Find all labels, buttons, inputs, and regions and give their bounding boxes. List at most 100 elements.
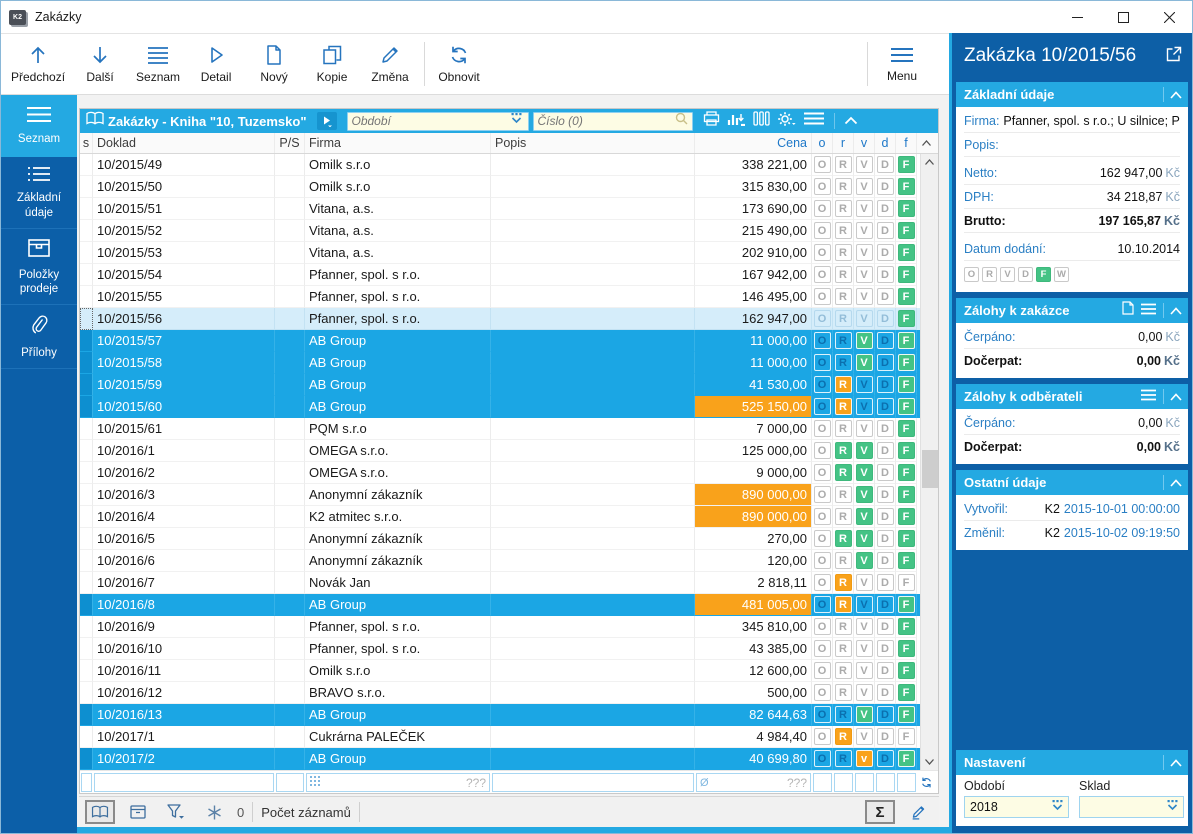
minimize-button[interactable] bbox=[1054, 1, 1100, 33]
summary-cell-cena[interactable]: Ø ??? bbox=[696, 773, 811, 792]
summary-cell-firma[interactable]: ??? bbox=[306, 773, 490, 792]
summary-cell-r[interactable] bbox=[834, 773, 853, 792]
new-button[interactable]: Nový bbox=[245, 34, 303, 94]
obdobi-filter-field[interactable] bbox=[346, 111, 529, 131]
column-header-ps[interactable]: P/S bbox=[275, 133, 305, 153]
column-header-r[interactable]: r bbox=[833, 133, 854, 153]
table-row[interactable]: 10/2015/60 AB Group 525 150,00 O R V D F bbox=[80, 396, 938, 418]
table-row[interactable]: 10/2015/49 Omilk s.r.o 338 221,00 O R V D F bbox=[80, 154, 938, 176]
column-header-popis[interactable]: Popis bbox=[491, 133, 695, 153]
book-select-button[interactable] bbox=[316, 112, 337, 130]
hamburger-icon[interactable] bbox=[1140, 388, 1157, 406]
column-header-v[interactable]: v bbox=[854, 133, 875, 153]
archive-icon[interactable] bbox=[123, 800, 153, 824]
table-row[interactable]: 10/2016/12 BRAVO s.r.o. 500,00 O R V D F bbox=[80, 682, 938, 704]
frozen-records-icon[interactable] bbox=[199, 800, 229, 824]
summary-cell-v[interactable] bbox=[855, 773, 874, 792]
refresh-button[interactable]: Obnovit bbox=[430, 34, 488, 94]
dropdown-icon[interactable] bbox=[1165, 799, 1180, 815]
chevron-up-icon[interactable] bbox=[1170, 474, 1182, 492]
table-row[interactable]: 10/2016/1 OMEGA s.r.o. 125 000,00 O R V D F bbox=[80, 440, 938, 462]
summary-cell-ps[interactable] bbox=[276, 773, 304, 792]
gear-icon[interactable] bbox=[777, 111, 796, 132]
obdobi-filter-input[interactable] bbox=[351, 114, 505, 128]
vertical-scrollbar[interactable] bbox=[920, 154, 938, 770]
chevron-up-icon[interactable] bbox=[1170, 302, 1182, 320]
maximize-button[interactable] bbox=[1100, 1, 1146, 33]
scroll-up-arrow[interactable] bbox=[921, 154, 939, 170]
summary-cell-doklad[interactable] bbox=[94, 773, 274, 792]
table-row[interactable]: 10/2015/59 AB Group 41 530,00 O R V D F bbox=[80, 374, 938, 396]
column-header-f[interactable]: f bbox=[896, 133, 917, 153]
table-row[interactable]: 10/2016/4 K2 atmitec s.r.o. 890 000,00 O R V D… bbox=[80, 506, 938, 528]
table-row[interactable]: 10/2015/50 Omilk s.r.o 315 830,00 O R V D F bbox=[80, 176, 938, 198]
close-button[interactable] bbox=[1146, 1, 1192, 33]
section-header[interactable]: Základní údaje bbox=[956, 82, 1188, 107]
table-row[interactable]: 10/2017/1 Cukrárna PALEČEK 4 984,40 O R V D F bbox=[80, 726, 938, 748]
open-external-icon[interactable] bbox=[1166, 46, 1182, 67]
sidebar-item-zakladni-udaje[interactable]: Základní údaje bbox=[1, 157, 77, 230]
sum-button[interactable]: Σ bbox=[865, 800, 895, 824]
table-row[interactable]: 10/2015/57 AB Group 11 000,00 O R V D F bbox=[80, 330, 938, 352]
section-header[interactable]: Zálohy k zakázce bbox=[956, 298, 1188, 323]
chart-icon[interactable] bbox=[727, 111, 746, 131]
header-scroll-corner[interactable] bbox=[917, 133, 935, 153]
column-header-s[interactable]: s bbox=[80, 133, 93, 153]
chevron-up-icon[interactable] bbox=[1170, 86, 1182, 104]
copy-button[interactable]: Kopie bbox=[303, 34, 361, 94]
next-button[interactable]: Další bbox=[71, 34, 129, 94]
table-row[interactable]: 10/2016/5 Anonymní zákazník 270,00 O R V D F bbox=[80, 528, 938, 550]
section-header[interactable]: Nastavení bbox=[956, 750, 1188, 775]
table-row[interactable]: 10/2016/7 Novák Jan 2 818,11 O R V D F bbox=[80, 572, 938, 594]
table-row[interactable]: 10/2016/3 Anonymní zákazník 890 000,00 O R V D… bbox=[80, 484, 938, 506]
column-header-cena[interactable]: Cena bbox=[695, 133, 812, 153]
sklad-select[interactable] bbox=[1079, 796, 1184, 818]
table-row[interactable]: 10/2016/10 Pfanner, spol. s r.o. 43 385,00… bbox=[80, 638, 938, 660]
table-row[interactable]: 10/2016/6 Anonymní zákazník 120,00 O R V D F bbox=[80, 550, 938, 572]
chevron-up-icon[interactable] bbox=[1170, 388, 1182, 406]
table-row[interactable]: 10/2016/2 OMEGA s.r.o. 9 000,00 O R V D F bbox=[80, 462, 938, 484]
summary-cell-f[interactable] bbox=[897, 773, 916, 792]
cislo-filter-field[interactable] bbox=[532, 111, 693, 131]
table-row[interactable]: 10/2015/58 AB Group 11 000,00 O R V D F bbox=[80, 352, 938, 374]
table-row[interactable]: 10/2015/55 Pfanner, spol. s r.o. 146 495,0… bbox=[80, 286, 938, 308]
summary-cell-s[interactable] bbox=[81, 773, 92, 792]
collapse-chevron-icon[interactable] bbox=[844, 112, 858, 130]
table-row[interactable]: 10/2016/13 AB Group 82 644,63 O R V D F bbox=[80, 704, 938, 726]
column-header-firma[interactable]: Firma bbox=[305, 133, 491, 153]
summary-cell-d[interactable] bbox=[876, 773, 895, 792]
table-row[interactable]: 10/2015/51 Vitana, a.s. 173 690,00 O R V D F bbox=[80, 198, 938, 220]
scroll-down-arrow[interactable] bbox=[921, 754, 939, 770]
scroll-thumb[interactable] bbox=[921, 450, 938, 488]
edit-pencil-icon[interactable] bbox=[903, 800, 933, 824]
summary-refresh-icon[interactable] bbox=[917, 776, 935, 789]
obdobi-select[interactable]: 2018 bbox=[964, 796, 1069, 818]
scroll-track[interactable] bbox=[921, 170, 939, 754]
summary-cell-popis[interactable] bbox=[492, 773, 694, 792]
filter-icon[interactable] bbox=[161, 800, 191, 824]
print-icon[interactable] bbox=[703, 111, 720, 131]
section-header[interactable]: Ostatní údaje bbox=[956, 470, 1188, 495]
table-row[interactable]: 10/2016/9 Pfanner, spol. s r.o. 345 810,00… bbox=[80, 616, 938, 638]
column-header-doklad[interactable]: Doklad bbox=[93, 133, 275, 153]
document-icon[interactable] bbox=[1122, 301, 1134, 320]
table-row[interactable]: 10/2015/52 Vitana, a.s. 215 490,00 O R V D F bbox=[80, 220, 938, 242]
table-row[interactable]: 10/2017/2 AB Group 40 699,80 O Rv D F bbox=[80, 748, 938, 770]
dropdown-icon[interactable] bbox=[1050, 799, 1065, 815]
hamburger-icon[interactable] bbox=[1140, 302, 1157, 320]
detail-button[interactable]: Detail bbox=[187, 34, 245, 94]
column-header-o[interactable]: o bbox=[812, 133, 833, 153]
table-row[interactable]: 10/2016/8 AB Group 481 005,00 O R V D F bbox=[80, 594, 938, 616]
sidebar-item-polozky-prodeje[interactable]: Položky prodeje bbox=[1, 229, 77, 306]
menu-button[interactable]: Menu bbox=[873, 34, 931, 94]
sidebar-item-prilohy[interactable]: Přílohy bbox=[1, 305, 77, 369]
hamburger-icon[interactable] bbox=[803, 111, 825, 131]
column-header-d[interactable]: d bbox=[875, 133, 896, 153]
cislo-filter-input[interactable] bbox=[537, 114, 671, 128]
list-button[interactable]: Seznam bbox=[129, 34, 187, 94]
change-button[interactable]: Změna bbox=[361, 34, 419, 94]
table-row[interactable]: 10/2015/61 PQM s.r.o 7 000,00 O R V D F bbox=[80, 418, 938, 440]
previous-button[interactable]: Předchozí bbox=[5, 34, 71, 94]
book-view-toggle[interactable] bbox=[85, 800, 115, 824]
table-row[interactable]: 10/2016/11 Omilk s.r.o 12 600,00 O R V D F bbox=[80, 660, 938, 682]
